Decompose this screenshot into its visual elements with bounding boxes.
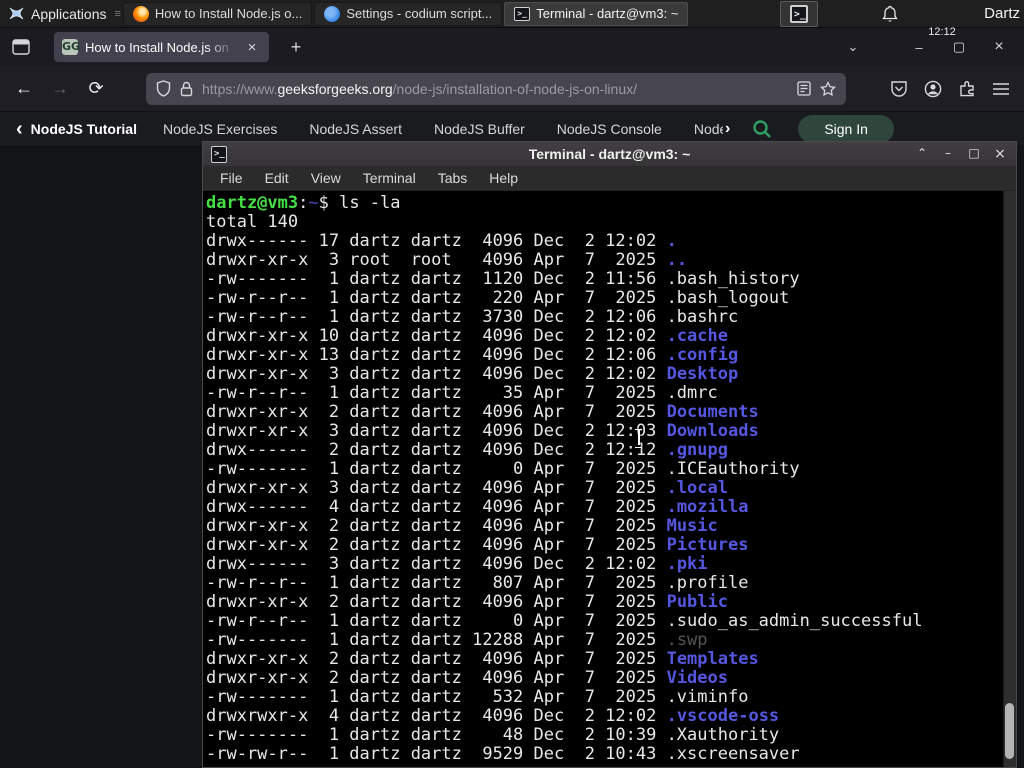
- menu-hamburger-icon[interactable]: [992, 82, 1010, 96]
- notification-bell-icon[interactable]: [882, 5, 898, 23]
- reader-mode-icon[interactable]: [797, 81, 811, 96]
- terminal-window-icon: >_: [211, 145, 227, 163]
- extensions-icon[interactable]: [958, 80, 976, 98]
- xubuntu-logo-icon: [9, 7, 24, 20]
- tab-how-to-install-nodejs[interactable]: GG How to Install Node.js on ×: [54, 32, 269, 62]
- firefox-nav-bar: ← → ⟳ https://www.geeksforgeeks.org/node…: [0, 66, 1024, 112]
- nav-item-nodejs-tutorial[interactable]: ‹ NodeJS Tutorial: [16, 119, 137, 139]
- browser-close-button[interactable]: ×: [986, 34, 1012, 60]
- site-nav-items: NodeJS Exercises NodeJS Assert NodeJS Buff…: [163, 121, 723, 137]
- clock-time: 12:12: [928, 25, 956, 38]
- terminal-menu-tabs[interactable]: Tabs: [429, 168, 477, 188]
- chevron-left-icon[interactable]: ‹: [16, 119, 23, 139]
- panel-handle: ≡: [114, 7, 122, 20]
- terminal-minimize-button[interactable]: –: [940, 146, 956, 162]
- vscodium-icon: [324, 5, 341, 22]
- account-icon[interactable]: [924, 80, 942, 98]
- applications-label: Applications: [31, 5, 107, 22]
- terminal-shade-button[interactable]: ⌃: [914, 146, 930, 162]
- terminal-window-title: Terminal - dartz@vm3: ~: [528, 146, 691, 162]
- firefox-tab-bar: GG How to Install Node.js on × + ⌄ – ▢ ×: [0, 28, 1024, 66]
- panel-clock[interactable]: 2025-12-02 12:12: [914, 0, 970, 62]
- terminal-menu-bar: File Edit View Terminal Tabs Help: [203, 166, 1016, 191]
- chevron-right-icon[interactable]: ›: [725, 120, 730, 138]
- back-button[interactable]: ←: [8, 74, 40, 104]
- terminal-text: dartz@vm3:~$ ls -la total 140 drwx------…: [206, 193, 923, 764]
- window-button-title: How to Install Node.js o...: [154, 6, 303, 21]
- terminal-scrollbar[interactable]: [1003, 191, 1016, 767]
- terminal-content[interactable]: dartz@vm3:~$ ls -la total 140 drwx------…: [203, 191, 1016, 767]
- terminal-menu-file[interactable]: File: [211, 168, 252, 188]
- panel-username: Dartz: [984, 5, 1020, 22]
- terminal-close-button[interactable]: ×: [992, 146, 1008, 162]
- nav-item-nodejs-assert[interactable]: NodeJS Assert: [309, 121, 402, 137]
- terminal-menu-view[interactable]: View: [302, 168, 350, 188]
- new-tab-button[interactable]: +: [283, 34, 309, 60]
- terminal-menu-edit[interactable]: Edit: [256, 168, 298, 188]
- bookmark-star-icon[interactable]: [820, 80, 836, 97]
- text-cursor-pointer: [634, 428, 643, 448]
- applications-menu-button[interactable]: Applications: [0, 0, 115, 27]
- window-button-0[interactable]: How to Install Node.js o...: [122, 1, 313, 26]
- terminal-window: >_ Terminal - dartz@vm3: ~ ⌃ – □ × File E…: [202, 141, 1017, 768]
- clock-date: 2025-12-02: [914, 0, 970, 2]
- sign-in-button[interactable]: Sign In: [798, 115, 894, 143]
- window-button-2[interactable]: >_ Terminal - dartz@vm3: ~: [504, 1, 689, 26]
- firefox-icon: [132, 5, 149, 22]
- terminal-menu-help[interactable]: Help: [480, 168, 527, 188]
- firefox-view-icon[interactable]: [6, 33, 36, 61]
- terminal-menu-terminal[interactable]: Terminal: [354, 168, 425, 188]
- terminal-icon: >_: [514, 6, 531, 21]
- window-button-list: How to Install Node.js o... Settings - co…: [122, 1, 690, 26]
- terminal-scrollbar-thumb[interactable]: [1005, 703, 1014, 759]
- terminal-maximize-button[interactable]: □: [966, 146, 982, 162]
- tab-title: How to Install Node.js on: [85, 39, 229, 55]
- url-bar[interactable]: https://www.geeksforgeeks.org/node-js/in…: [146, 72, 846, 105]
- tab-close-icon[interactable]: ×: [243, 38, 261, 56]
- nav-item-nodejs-exercises[interactable]: NodeJS Exercises: [163, 121, 277, 137]
- window-button-title: Terminal - dartz@vm3: ~: [536, 6, 679, 21]
- lock-icon[interactable]: [180, 81, 193, 97]
- nav-item-nodejs-buffer[interactable]: NodeJS Buffer: [434, 121, 525, 137]
- nav-item-nodejs-console[interactable]: NodeJS Console: [557, 121, 662, 137]
- geeksforgeeks-favicon: GG: [62, 39, 81, 55]
- list-all-tabs-icon[interactable]: ⌄: [840, 34, 866, 60]
- forward-button[interactable]: →: [44, 74, 76, 104]
- terminal-launcher-button[interactable]: >_: [779, 0, 818, 27]
- reload-button[interactable]: ⟳: [80, 74, 112, 104]
- nav-item-nodejs-crypto[interactable]: NodeJS Crypto: [694, 121, 723, 137]
- window-button-title: Settings - codium script...: [346, 6, 493, 21]
- search-icon[interactable]: [752, 119, 772, 139]
- terminal-icon: >_: [789, 4, 808, 23]
- tracking-shield-icon[interactable]: [156, 80, 171, 97]
- url-text[interactable]: https://www.geeksforgeeks.org/node-js/in…: [202, 81, 788, 97]
- pocket-icon[interactable]: [890, 80, 908, 98]
- terminal-title-bar[interactable]: >_ Terminal - dartz@vm3: ~ ⌃ – □ ×: [203, 142, 1016, 166]
- top-panel: Applications ≡ How to Install Node.js o.…: [0, 0, 1024, 38]
- window-button-1[interactable]: Settings - codium script...: [314, 1, 503, 26]
